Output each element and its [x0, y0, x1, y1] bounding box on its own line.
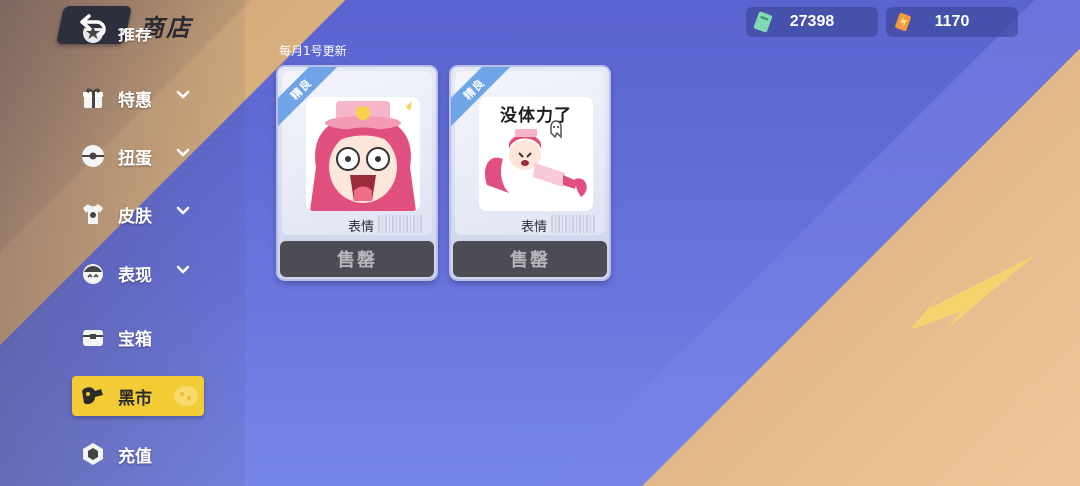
sidebar-item-label: 特惠 — [118, 90, 152, 111]
decorative-arrow-icon — [910, 255, 1035, 330]
sidebar-item-label: 宝箱 — [118, 329, 152, 350]
sidebar-item-black-market[interactable]: 黑市 — [72, 376, 204, 416]
shirt-icon — [78, 199, 108, 229]
sidebar-item-recharge[interactable]: 充值 — [78, 436, 208, 472]
orange-crystal-icon — [895, 12, 911, 32]
chest-icon — [78, 322, 108, 352]
currency-ticket[interactable]: 27398 — [746, 7, 878, 37]
sold-out-label: 售罄 — [337, 250, 377, 271]
sidebar-item-label: 黑市 — [118, 388, 152, 409]
sidebar-item-chests[interactable]: 宝箱 — [78, 319, 208, 355]
sold-out-label: 售罄 — [510, 250, 550, 271]
chevron-down-icon — [176, 206, 190, 215]
black-market-icon — [78, 381, 108, 411]
star-badge-icon — [78, 28, 108, 48]
sidebar-item-expression[interactable]: 表现 — [78, 255, 208, 291]
chevron-down-icon — [176, 90, 190, 99]
sticker-image: 没体力了 — [479, 97, 593, 211]
sidebar-item-label: 皮肤 — [118, 206, 152, 227]
chevron-down-icon — [176, 148, 190, 157]
sidebar-item-skins[interactable]: 皮肤 — [78, 196, 208, 232]
sidebar-item-label: 扭蛋 — [118, 148, 152, 169]
update-schedule-note: 每月1号更新 — [279, 44, 347, 58]
shop-item-card[interactable]: 表情 精良 售罄 — [276, 65, 438, 281]
sold-out-button[interactable]: 售罄 — [280, 241, 434, 277]
currency-crystal[interactable]: 1170 — [886, 7, 1018, 37]
green-ticket-icon — [753, 11, 773, 33]
sidebar-item-gacha[interactable]: 扭蛋 — [78, 138, 208, 174]
chevron-down-icon — [176, 265, 190, 274]
emote-icon — [78, 258, 108, 288]
sticker-image — [306, 97, 420, 211]
sidebar-item-label: 充值 — [118, 446, 152, 467]
sold-out-button[interactable]: 售罄 — [453, 241, 607, 277]
gem-icon — [78, 439, 108, 469]
item-type-label: 表情 — [520, 220, 547, 235]
item-type-label: 表情 — [347, 220, 374, 235]
shop-item-card[interactable]: 没体力了 表情 精良 售罄 — [449, 65, 611, 281]
sidebar-item-deals[interactable]: 特惠 — [78, 80, 208, 116]
gift-box-icon — [78, 83, 108, 113]
sidebar-item-label: 推荐 — [118, 28, 152, 45]
sidebar-item-label: 表现 — [118, 265, 152, 286]
gacha-ball-icon — [78, 141, 108, 171]
sidebar-item-recommend[interactable]: 推荐 — [78, 28, 208, 52]
coin-decor-icon — [174, 386, 198, 406]
